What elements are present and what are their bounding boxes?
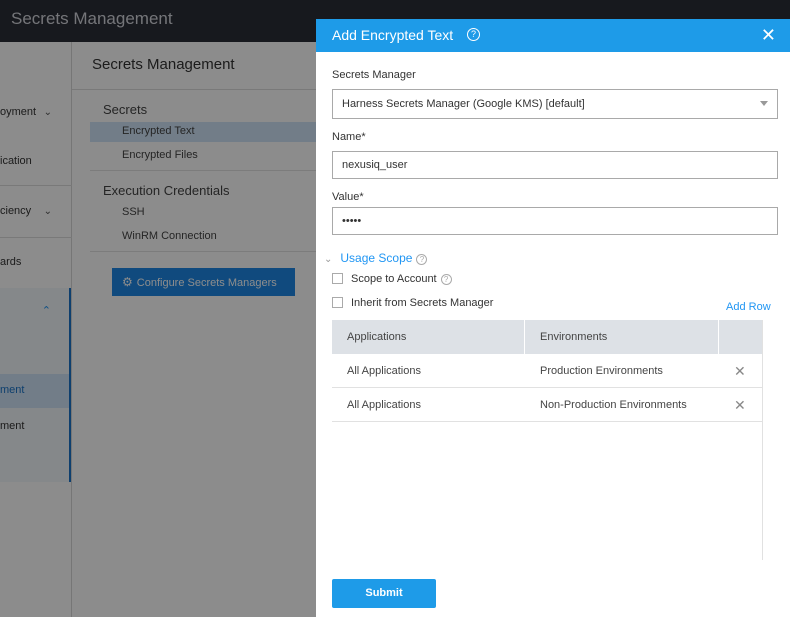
scope-to-account-label: Scope to Account [351, 273, 437, 285]
add-encrypted-text-modal: Add Encrypted Text ? ✕ Secrets Manager H… [316, 19, 790, 617]
scope-to-account-checkbox[interactable]: Scope to Account? [332, 273, 452, 285]
inherit-label: Inherit from Secrets Manager [351, 297, 494, 309]
usage-scope-label: Usage Scope [340, 251, 413, 265]
submit-button[interactable]: Submit [332, 579, 436, 608]
name-label: Name* [332, 131, 366, 143]
delete-row-icon[interactable]: ✕ [734, 363, 746, 380]
column-header-applications: Applications [332, 320, 525, 354]
close-icon[interactable]: ✕ [761, 25, 776, 46]
usage-scope-toggle[interactable]: ⌄ Usage Scope? [324, 251, 428, 265]
cell-application[interactable]: All Applications [332, 354, 421, 388]
value-label: Value* [332, 191, 364, 203]
inherit-from-secrets-manager-checkbox[interactable]: Inherit from Secrets Manager [332, 297, 493, 309]
cell-environment[interactable]: Non-Production Environments [525, 388, 687, 422]
name-field[interactable]: nexusiq_user [332, 151, 778, 179]
table-scrollbar[interactable] [762, 320, 778, 560]
help-icon[interactable]: ? [416, 254, 428, 265]
add-row-link[interactable]: Add Row [726, 301, 771, 313]
name-value: nexusiq_user [342, 159, 408, 171]
modal-title: Add Encrypted Text [332, 27, 454, 43]
cell-environment[interactable]: Production Environments [525, 354, 663, 388]
secrets-manager-select[interactable]: Harness Secrets Manager (Google KMS) [de… [332, 89, 778, 119]
table-row: All Applications Production Environments… [332, 354, 762, 388]
chevron-down-icon: ⌄ [324, 254, 333, 265]
value-masked: ••••• [342, 215, 362, 227]
chevron-down-icon [760, 101, 768, 106]
cell-application[interactable]: All Applications [332, 388, 421, 422]
column-header-environments: Environments [525, 320, 719, 354]
help-icon[interactable]: ? [467, 28, 480, 41]
help-icon[interactable]: ? [440, 274, 452, 285]
secrets-manager-label: Secrets Manager [332, 69, 416, 81]
usage-scope-table: Applications Environments All Applicatio… [332, 320, 762, 422]
modal-header: Add Encrypted Text ? ✕ [316, 19, 790, 52]
checkbox[interactable] [332, 273, 343, 284]
table-row: All Applications Non-Production Environm… [332, 388, 762, 422]
delete-row-icon[interactable]: ✕ [734, 397, 746, 414]
value-field[interactable]: ••••• [332, 207, 778, 235]
checkbox[interactable] [332, 297, 343, 308]
table-header: Applications Environments [332, 320, 762, 354]
secrets-manager-value: Harness Secrets Manager (Google KMS) [de… [342, 98, 585, 110]
